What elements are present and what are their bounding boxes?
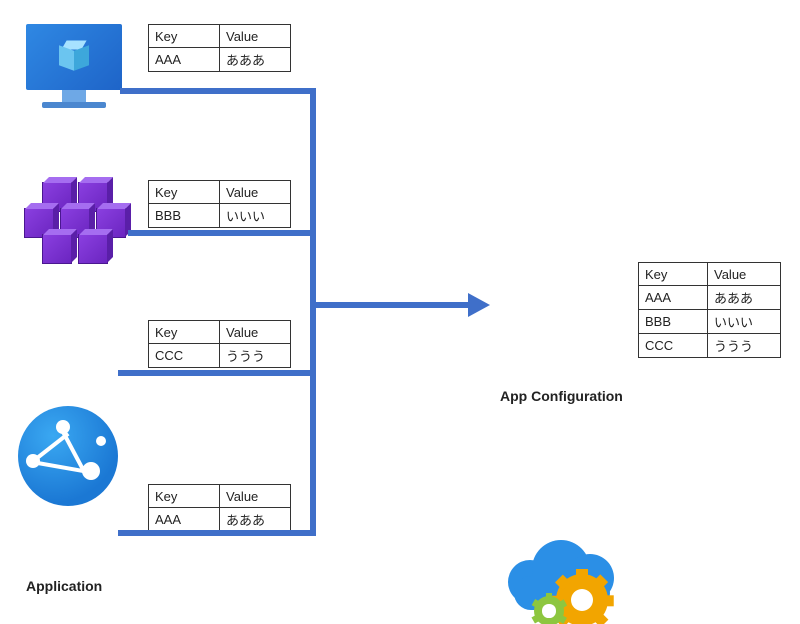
merged-kv-table: KeyValue AAAあああ BBBいいい CCCううう [638, 262, 781, 358]
kv-table-3: KeyValue AAAあああ [148, 484, 291, 532]
webapp-icon [18, 406, 118, 506]
table-row: BBBいいい [149, 204, 291, 228]
containers-icon [12, 180, 130, 266]
table-row: CCCううう [149, 344, 291, 368]
cube-icon [57, 40, 91, 74]
connector [128, 230, 316, 236]
appconfig-label: App Configuration [500, 388, 623, 404]
connector [118, 530, 316, 536]
connector-arrow-shaft [310, 302, 470, 308]
connector [146, 88, 316, 94]
application-label: Application [26, 578, 102, 594]
kv-table-0: KeyValue AAAあああ [148, 24, 291, 72]
monitor-icon [22, 24, 126, 120]
kv-table-1: KeyValue BBBいいい [148, 180, 291, 228]
table-row: AAAあああ [149, 48, 291, 72]
arrowhead-icon [468, 293, 490, 317]
col-value: Value [220, 25, 291, 48]
connector-trunk [310, 88, 316, 536]
kv-table-2: KeyValue CCCううう [148, 320, 291, 368]
table-row: AAAあああ [639, 286, 781, 310]
gear-small-icon [534, 596, 564, 624]
col-key: Key [149, 25, 220, 48]
cloud-icon [500, 526, 620, 624]
table-row: CCCううう [639, 334, 781, 358]
table-row: AAAあああ [149, 508, 291, 532]
table-row: BBBいいい [639, 310, 781, 334]
connector [118, 370, 316, 376]
connector [120, 88, 148, 94]
